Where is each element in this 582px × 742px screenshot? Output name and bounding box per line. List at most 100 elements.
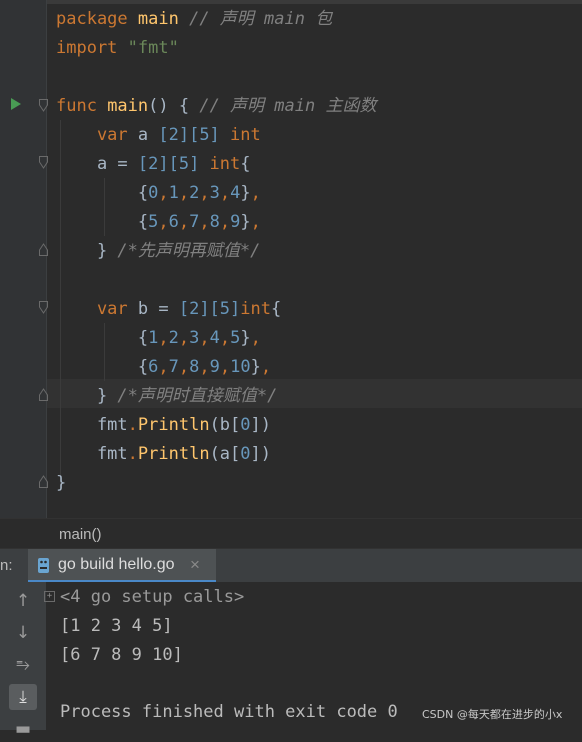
code-token: func (56, 96, 108, 116)
code-token: fmt (56, 415, 128, 435)
code-token: 5 (148, 212, 159, 232)
fold-marker-icon[interactable] (39, 156, 48, 169)
expand-setup-calls-icon[interactable]: + (44, 591, 55, 602)
scroll-to-end-icon[interactable]: ⤓ (9, 684, 37, 710)
code-line[interactable]: {1,2,3,4,5}, (56, 324, 261, 353)
code-token: , (178, 328, 190, 348)
fold-end-icon[interactable] (39, 388, 48, 401)
code-token: , (219, 212, 231, 232)
code-line[interactable]: } /*先声明再赋值*/ (56, 237, 260, 266)
code-line[interactable]: package main // 声明 main 包 (56, 5, 332, 34)
code-line[interactable]: {0,1,2,3,4}, (56, 179, 261, 208)
code-token: { (56, 183, 149, 203)
fold-marker-icon[interactable] (39, 301, 48, 314)
editor-gutter (0, 0, 46, 518)
code-token: (a[ (209, 444, 241, 464)
breadcrumb[interactable]: main() (59, 526, 102, 543)
code-token: , (158, 212, 169, 232)
close-icon[interactable]: × (190, 555, 200, 575)
code-token: , (199, 183, 210, 203)
code-token: Println (137, 415, 210, 435)
code-token: , (250, 328, 261, 348)
tab-go-build[interactable]: go build hello.go × (28, 549, 216, 583)
code-line[interactable]: import "fmt" (56, 34, 179, 63)
code-token: 8 (189, 357, 200, 377)
console-toolbar: ↑ ↓ ⥱ ⤓ ▬ (0, 582, 46, 739)
print-icon[interactable]: ▬ (9, 716, 37, 742)
go-file-icon (38, 558, 49, 573)
run-gutter-icon[interactable] (11, 98, 21, 110)
scroll-up-icon[interactable]: ↑ (9, 588, 37, 614)
fold-end-icon[interactable] (39, 243, 48, 256)
code-token: ]) (250, 444, 272, 464)
code-token: 0 (148, 183, 159, 203)
code-line[interactable]: var a [2][5] int (56, 121, 261, 150)
code-token: 3 (209, 183, 220, 203)
fold-end-icon[interactable] (39, 475, 48, 488)
code-token: ]) (250, 415, 272, 435)
code-token: 4 (209, 328, 220, 348)
code-token: /*先声明再赋值*/ (117, 241, 261, 261)
code-token: , (158, 183, 169, 203)
tab-label: go build hello.go (58, 556, 175, 573)
code-token: main (107, 96, 149, 116)
breadcrumb-bar: main() (0, 518, 582, 549)
console-output-line: [6 7 8 9 10] (60, 645, 183, 665)
code-token: 3 (189, 328, 200, 348)
code-line[interactable]: a = [2][5] int{ (56, 150, 251, 179)
code-line[interactable]: } (56, 469, 66, 498)
process-exit-message: Process finished with exit code 0 (60, 702, 398, 722)
code-token: 8 (209, 212, 220, 232)
code-editor[interactable]: package main // 声明 main 包 import "fmt" fun… (0, 0, 582, 518)
run-tool-window-header: n: go build hello.go × (0, 548, 582, 584)
code-token: , (260, 357, 272, 377)
run-console[interactable]: ↑ ↓ ⥱ ⤓ ▬ + <4 go setup calls> [1 2 3 4 … (0, 582, 582, 739)
scroll-down-icon[interactable]: ↓ (9, 620, 37, 646)
code-token: , (219, 357, 231, 377)
code-token: 9 (230, 212, 241, 232)
code-token: { (240, 154, 251, 174)
code-line[interactable]: {5,6,7,8,9}, (56, 208, 261, 237)
code-line[interactable]: fmt.Println(a[0]) (56, 440, 271, 469)
code-token: 10 (230, 357, 251, 377)
editor-top-strip (0, 0, 582, 4)
setup-calls-fold[interactable]: <4 go setup calls> (60, 583, 244, 612)
code-token: , (178, 357, 190, 377)
code-token: 1 (168, 183, 179, 203)
code-token: , (158, 328, 169, 348)
code-token: [2][5] (158, 125, 231, 145)
code-token: . (127, 415, 138, 435)
code-token: // 声明 main 包 (178, 9, 333, 29)
code-token: int (230, 125, 261, 145)
code-token: int (209, 154, 241, 174)
code-token: , (199, 212, 210, 232)
code-token: 2 (168, 328, 179, 348)
code-token: , (158, 357, 169, 377)
code-token: } (56, 386, 118, 406)
code-token: } (240, 183, 251, 203)
code-token: } (250, 357, 261, 377)
code-token: package (56, 9, 138, 29)
code-token: b = (137, 299, 179, 319)
code-token: } (56, 473, 67, 493)
code-token: 6 (168, 212, 179, 232)
code-line[interactable]: } /*声明时直接赋值*/ (56, 382, 277, 411)
code-token: 2 (189, 183, 200, 203)
code-line[interactable]: var b = [2][5]int{ (56, 295, 281, 324)
soft-wrap-icon[interactable]: ⥱ (9, 652, 37, 678)
code-token: var (56, 299, 138, 319)
code-token: , (250, 212, 261, 232)
fold-marker-icon[interactable] (39, 99, 48, 112)
code-token: } (240, 212, 251, 232)
code-token: 4 (230, 183, 241, 203)
code-line[interactable]: {6,7,8,9,10}, (56, 353, 271, 382)
code-token: } (56, 241, 118, 261)
code-token: , (219, 183, 231, 203)
code-token: , (199, 357, 210, 377)
code-token: fmt (56, 444, 128, 464)
code-token: var (56, 125, 138, 145)
code-line[interactable]: fmt.Println(b[0]) (56, 411, 271, 440)
code-token: 0 (240, 444, 251, 464)
code-token: , (178, 212, 190, 232)
code-line[interactable]: func main() { // 声明 main 主函数 (56, 92, 376, 121)
